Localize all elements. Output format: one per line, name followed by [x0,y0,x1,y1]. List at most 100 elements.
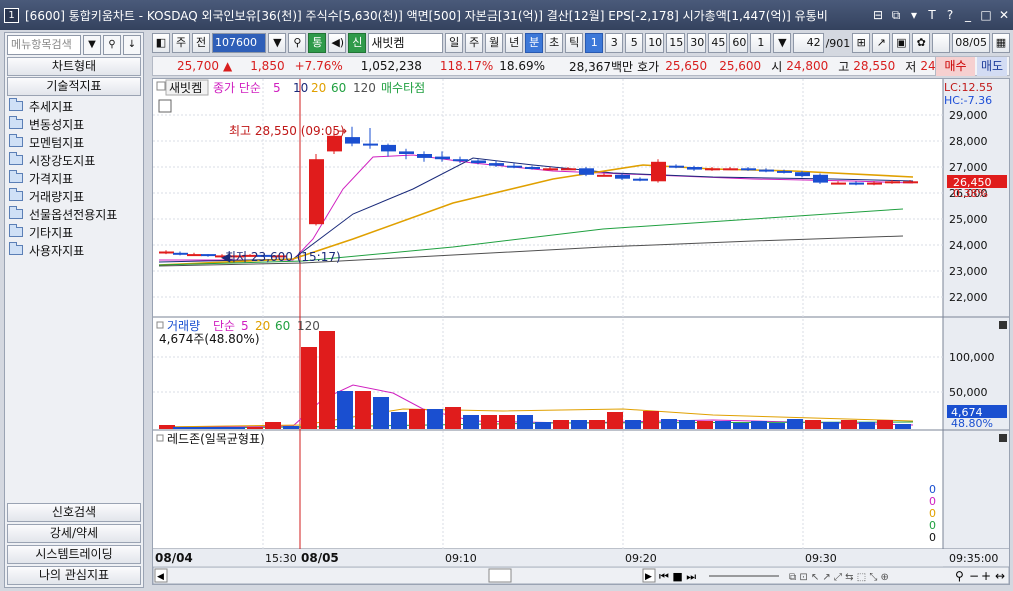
calendar-icon[interactable]: ▦ [991,33,1010,53]
minimize-icon[interactable]: _ [959,8,977,22]
folder-item[interactable]: 추세지표 [9,97,139,115]
period-month[interactable]: 월 [485,33,504,53]
folder-item[interactable]: 모멘텀지표 [9,133,139,151]
tong-button[interactable]: 통 [308,33,327,53]
minute-10[interactable]: 10 [645,33,665,53]
volume-bar [229,427,245,429]
period-year[interactable]: 년 [505,33,524,53]
minute-3[interactable]: 3 [605,33,624,53]
close-icon[interactable] [999,321,1007,329]
x-label: 09:20 [625,552,657,565]
y-tick-label: 28,000 [949,135,988,148]
chart-toolbar: ◧ 주 전 107600 ▼ ⚲ 통 ◀) 신 새빗켐 일 주 월 년 분 초 … [152,32,1010,54]
folder-item[interactable]: 기타지표 [9,223,139,241]
price-panel[interactable] [153,79,943,317]
volume-legend-name: 거래량 [167,319,200,333]
candle-body [579,168,594,175]
chevron-down-icon[interactable]: ▼ [773,33,792,53]
restore-icon[interactable]: ⧉ [887,8,905,23]
period-week[interactable]: 주 [465,33,484,53]
candle-body [849,182,864,185]
playback-controls[interactable]: ⏮ ■ ⏭ [659,570,696,583]
my-indicators-button[interactable]: 나의 관심지표 [7,566,141,585]
chevron-down-icon[interactable]: ▼ [268,33,287,53]
period-select[interactable]: 주 [172,33,190,53]
folder-item[interactable]: 가격지표 [9,169,139,187]
candle-body [435,156,450,160]
zoom-icon[interactable]: ⚲ [955,569,964,583]
signal-search-button[interactable]: 신호검색 [7,503,141,522]
save-icon[interactable]: ▣ [892,33,911,53]
buy-button[interactable]: 매수 [935,57,975,76]
pan-icon[interactable]: ↔ [995,569,1005,583]
arrow-right-icon: ▶ [645,572,652,582]
sell-button[interactable]: 매도 [977,57,1007,76]
font-icon[interactable]: T [923,8,941,22]
legend-ma20: 20 [311,81,326,95]
maximize-icon[interactable]: □ [977,8,995,22]
system-trading-button[interactable]: 시스템트레이딩 [7,545,141,564]
panel-toggle-icon[interactable]: ◧ [152,33,170,53]
candle-body [615,174,630,179]
volume-bar [463,415,479,429]
help-icon[interactable]: ? [941,8,959,22]
chart-type-button[interactable]: 차트형태 [7,57,141,76]
grid-table-icon[interactable] [158,99,172,113]
folder-item[interactable]: 사용자지표 [9,241,139,259]
layout-icon[interactable]: ⊟ [869,8,887,22]
minute-45[interactable]: 45 [708,33,728,53]
minute-1[interactable]: 1 [585,33,604,53]
folder-item[interactable]: 거래량지표 [9,187,139,205]
period-tick[interactable]: 틱 [565,33,584,53]
folder-item[interactable]: 변동성지표 [9,115,139,133]
period-second[interactable]: 초 [545,33,564,53]
menu-search-input[interactable]: 메뉴항목검색 [7,35,81,55]
speaker-icon[interactable]: ◀) [328,33,347,53]
arrow-down-icon[interactable]: ↓ [123,35,141,55]
minute-15[interactable]: 15 [666,33,686,53]
chevron-down-icon[interactable]: ▼ [83,35,101,55]
period-day[interactable]: 일 [445,33,464,53]
date-input[interactable]: 08/05 [952,33,990,53]
volume-bar [535,422,551,429]
menu-search: 메뉴항목검색 ▼ ⚲ ↓ [7,35,141,55]
close-icon[interactable] [999,434,1007,442]
pin-icon[interactable]: ▾ [905,8,923,22]
chart-area[interactable]: 29,000 28,000 27,000 26,000 25,000 24,000 23,0… [152,78,1010,585]
candle-body [687,167,702,170]
unit-input[interactable]: 1 [750,33,772,53]
gear-icon[interactable]: ✿ [912,33,931,53]
shin-button[interactable]: 신 [348,33,367,53]
close-icon[interactable]: ✕ [995,8,1013,22]
search-icon[interactable]: ⚲ [103,35,121,55]
zoom-in-icon[interactable]: + [981,569,991,583]
minute-30[interactable]: 30 [687,33,707,53]
folder-item[interactable]: 시장강도지표 [9,151,139,169]
prev-button[interactable]: 전 [192,33,210,53]
stock-code-input[interactable]: 107600 [212,33,267,53]
volume-bar [517,415,533,429]
count-input[interactable]: 42 [793,33,824,53]
minute-60[interactable]: 60 [729,33,749,53]
scroll-thumb[interactable] [488,568,512,583]
folder-item[interactable]: 선물옵션전용지표 [9,205,139,223]
candle-body [381,144,396,152]
strength-weakness-button[interactable]: 강세/약세 [7,524,141,543]
indicator-add-icon[interactable]: ⊞ [852,33,871,53]
legend-ma-label: 종가 단순 [213,81,261,95]
candle-body [561,168,576,171]
draw-tool-icon[interactable]: ↗ [872,33,891,53]
minute-5[interactable]: 5 [625,33,644,53]
volume-bar [679,420,695,429]
y-tick-label: 100,000 [949,351,995,364]
y-tick-label: 27,000 [949,161,988,174]
chart-canvas[interactable]: 29,00028,00027,00026,00025,00024,00023,0… [152,79,1010,585]
volume-bar [643,411,659,429]
tool-icons[interactable]: ⧉ ⊡ ↖ ↗ ⤢ ⇆ ⬚ ⤡ ⊕ [789,572,889,583]
date-checkbox[interactable] [932,33,951,53]
search-icon[interactable]: ⚲ [288,33,307,53]
zoom-out-icon[interactable]: − [969,569,979,583]
volume-legend-ma5: 5 [241,319,249,333]
tech-indicator-button[interactable]: 기술적지표 [7,77,141,96]
period-minute[interactable]: 분 [525,33,544,53]
